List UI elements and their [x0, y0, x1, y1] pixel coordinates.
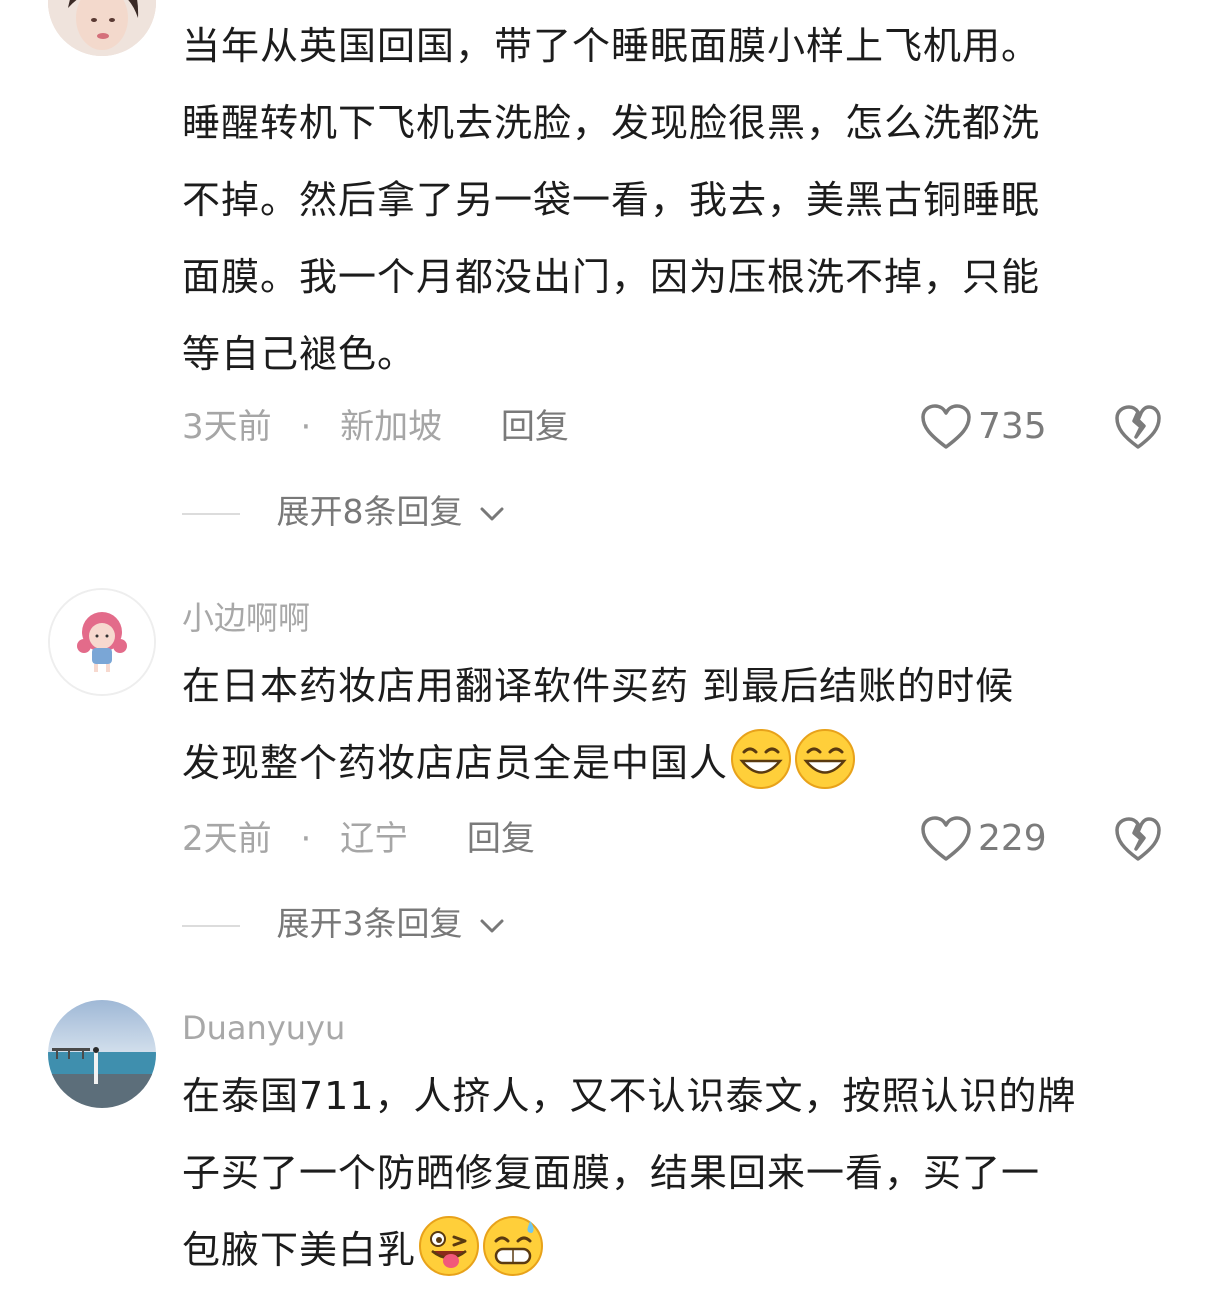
expand-replies-button[interactable]: 展开8条回复 — [182, 487, 507, 537]
username[interactable]: Duanyuyu — [182, 1008, 345, 1048]
separator-dot: · — [300, 407, 312, 447]
comment-text: 在日本药妆店用翻译软件买药 到最后结账的时候 发现整个药妆店店员全是中国人 — [182, 648, 1167, 802]
chevron-down-icon — [480, 919, 504, 933]
wink-tongue-emoji — [419, 1216, 480, 1276]
timestamp: 3天前 — [182, 407, 272, 447]
timestamp: 2天前 — [182, 819, 272, 859]
like-count: 229 — [978, 818, 1047, 859]
chevron-down-icon — [480, 507, 504, 521]
expand-replies-label: 展开3条回复 — [276, 904, 463, 943]
username[interactable]: 小边啊啊 — [182, 598, 310, 638]
location: 新加坡 — [340, 407, 443, 447]
avatar[interactable] — [48, 1000, 156, 1108]
comment-line: 在日本药妆店用翻译软件买药 到最后结账的时候 — [182, 664, 1015, 708]
grin-emoji — [795, 729, 856, 789]
comment-line: 睡醒转机下飞机去洗脸，发现脸很黑，怎么洗都洗 — [182, 101, 1041, 145]
comment-line: 子买了一个防晒修复面膜，结果回来一看，买了一 — [182, 1151, 1041, 1195]
expand-replies-button[interactable]: 展开3条回复 — [182, 899, 507, 949]
reply-button[interactable]: 回复 — [501, 407, 569, 447]
comment-line: 等自己褪色。 — [182, 332, 417, 376]
broken-heart-icon[interactable] — [1114, 403, 1162, 451]
comment-meta: 2天前 · 辽宁 回复 — [182, 814, 535, 864]
divider-line — [182, 512, 240, 515]
grin-emoji — [731, 729, 792, 789]
reply-button[interactable]: 回复 — [467, 819, 535, 859]
comment-line: 发现整个药妆店店员全是中国人 — [182, 725, 1167, 802]
comment-line: 包腋下美白乳 — [182, 1212, 1167, 1289]
comment-line: 在泰国711，人挤人，又不认识泰文，按照认识的牌 — [182, 1074, 1077, 1118]
avatar[interactable] — [48, 0, 156, 56]
location: 辽宁 — [340, 819, 409, 859]
comment-line: 不掉。然后拿了另一袋一看，我去，美黑古铜睡眠 — [182, 178, 1041, 222]
heart-icon[interactable] — [920, 815, 972, 863]
comment-line-text: 发现整个药妆店店员全是中国人 — [182, 741, 729, 785]
comment-meta: 3天前 · 新加坡 回复 — [182, 402, 569, 452]
broken-heart-icon[interactable] — [1114, 815, 1162, 863]
separator-dot: · — [300, 819, 312, 859]
expand-replies-label: 展开8条回复 — [276, 492, 463, 531]
comment-line-text: 包腋下美白乳 — [182, 1228, 417, 1272]
like-count: 735 — [978, 406, 1047, 447]
avatar-photo — [48, 0, 156, 56]
avatar-cartoon-girl — [50, 590, 154, 694]
divider-line — [182, 924, 240, 927]
comment-line: 当年从英国回国，带了个睡眠面膜小样上飞机用。 — [182, 24, 1041, 68]
avatar-beach-photo — [48, 1000, 156, 1108]
comment-text: 当年从英国回国，带了个睡眠面膜小样上飞机用。 睡醒转机下飞机去洗脸，发现脸很黑，… — [182, 8, 1167, 393]
comment-line: 面膜。我一个月都没出门，因为压根洗不掉，只能 — [182, 255, 1041, 299]
grin-sweat-emoji — [483, 1216, 544, 1276]
avatar[interactable] — [48, 588, 156, 696]
comment-text: 在泰国711，人挤人，又不认识泰文，按照认识的牌 子买了一个防晒修复面膜，结果回… — [182, 1058, 1167, 1289]
heart-icon[interactable] — [920, 403, 972, 451]
